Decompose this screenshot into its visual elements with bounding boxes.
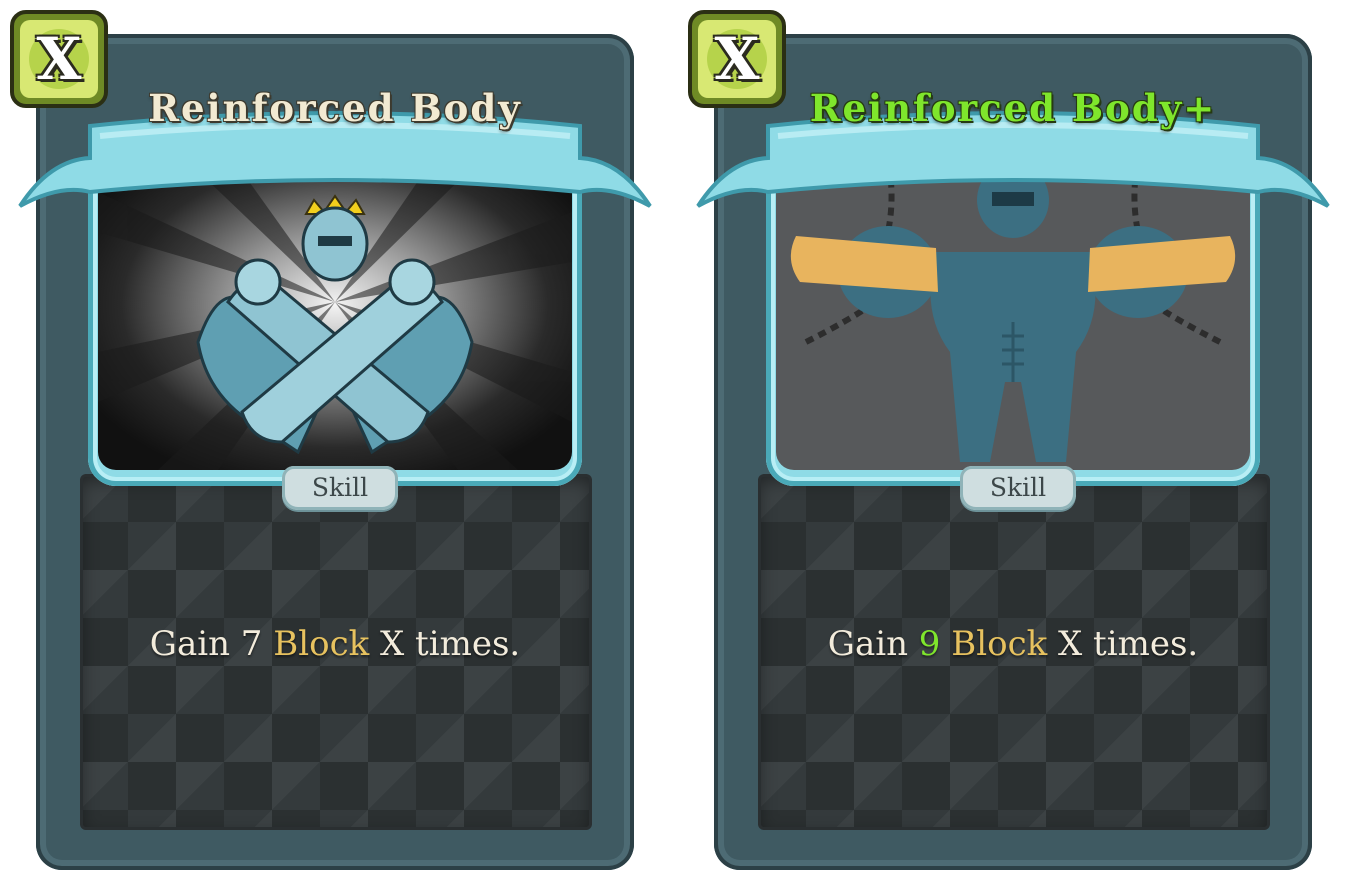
block-amount: 9 [918, 624, 941, 664]
energy-cost: X [714, 25, 760, 93]
card-title: Reinforced Body+ [809, 86, 1217, 130]
card-description: Gain 9 Block X times. [714, 624, 1312, 664]
energy-cost-badge: X [8, 8, 110, 110]
keyword-block: Block [273, 624, 370, 664]
desc-prefix: Gain [149, 624, 241, 664]
block-amount: 7 [240, 624, 263, 664]
energy-cost: X [36, 25, 82, 93]
card-type-label: Skill [282, 466, 398, 510]
keyword-block: Block [951, 624, 1048, 664]
desc-prefix: Gain [827, 624, 919, 664]
energy-cost-badge: X [686, 8, 788, 110]
card-type-label: Skill [960, 466, 1076, 510]
card-title: Reinforced Body [148, 86, 522, 130]
desc-suffix: X times. [1047, 624, 1199, 664]
card-reinforced-body-plus[interactable]: Reinforced Body+ X Skill Gain 9 Block X … [688, 10, 1330, 870]
desc-suffix: X times. [369, 624, 521, 664]
card-description: Gain 7 Block X times. [36, 624, 634, 664]
card-reinforced-body[interactable]: Reinforced Body X Skill Gain 7 Block X t… [10, 10, 652, 870]
